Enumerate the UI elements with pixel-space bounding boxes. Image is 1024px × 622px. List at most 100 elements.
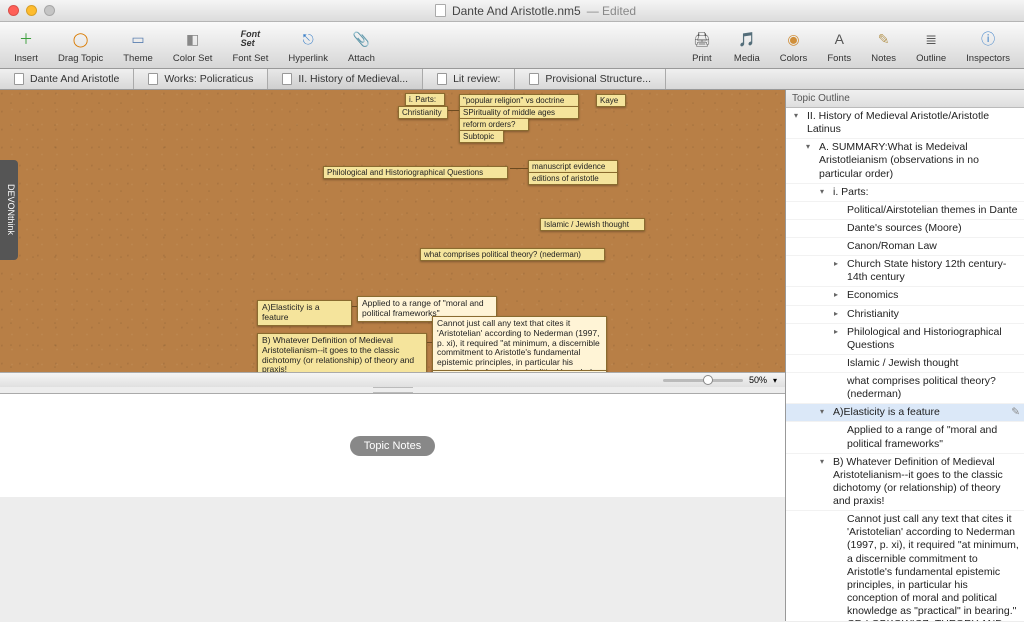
mindmap-node[interactable]: Kaye [596,94,626,107]
tab[interactable]: Provisional Structure... [515,69,666,89]
outline-body[interactable]: ▾ II. History of Medieval Aristotle/Arist… [786,108,1024,621]
inspectors-button[interactable]: ⓘInspectors [958,24,1018,66]
document-icon [148,73,158,85]
mindmap-node[interactable]: i. Parts: [405,93,445,106]
zoom-slider[interactable] [663,379,743,382]
mindmap-node[interactable]: Subtopic [459,130,504,143]
outline-item[interactable]: ▸Christianity [786,306,1024,324]
outline-item[interactable]: ▾ B) Whatever Definition of Medieval Aris… [786,454,1024,512]
tab[interactable]: Dante And Aristotle [0,69,134,89]
insert-button[interactable]: ＋Insert [6,24,46,66]
window-title: Dante And Aristotle.nm5 — Edited [55,4,1016,18]
toolbar-label: Fonts [827,53,851,64]
theme-button[interactable]: ▭Theme [115,24,161,66]
disclosure-triangle-icon[interactable] [834,240,843,241]
outline-item-label: i. Parts: [833,186,1020,199]
outline-button[interactable]: ≣ Outline [908,24,954,66]
disclosure-triangle-icon[interactable]: ▸ [834,326,843,337]
disclosure-triangle-icon[interactable] [834,424,843,425]
tab[interactable]: Lit review: [423,69,515,89]
drag-topic-button[interactable]: ◯ Drag Topic [50,24,111,66]
devonthink-tab[interactable]: DEVONthink [0,160,18,260]
mindmap-canvas[interactable]: i. Parts:Christianity"popular religion" … [0,90,785,372]
outline-item[interactable]: Dante's sources (Moore) [786,220,1024,238]
disclosure-triangle-icon[interactable]: ▾ [806,141,815,152]
close-icon[interactable] [8,5,19,16]
outline-item[interactable]: Applied to a range of "moral and politic… [786,422,1024,453]
tab[interactable]: II. History of Medieval... [268,69,423,89]
outline-item[interactable]: ▾A)Elasticity is a feature✎ [786,404,1024,422]
font-set-button[interactable]: FontSetFont Set [224,24,276,66]
outline-item[interactable]: ▸Philological and Historiographical Ques… [786,324,1024,355]
toolbar-label: Colors [780,53,807,64]
disclosure-triangle-icon[interactable]: ▾ [794,110,803,121]
disclosure-triangle-icon[interactable]: ▸ [834,258,843,269]
disclosure-triangle-icon[interactable]: ▾ [820,186,829,197]
outline-item[interactable]: ▾A. SUMMARY:What is Medeival Aristotleia… [786,139,1024,183]
outline-item-label: Church State history 12th century-14th c… [847,258,1020,284]
outline-item[interactable]: Canon/Roman Law [786,238,1024,256]
zoom-icon[interactable] [44,5,55,16]
zoom-dropdown-icon[interactable]: ▾ [773,376,777,385]
mindmap-node[interactable]: Philological and Historiographical Quest… [323,166,508,179]
toolbar-label: Outline [916,53,946,64]
document-icon [437,73,447,85]
mindmap-node[interactable]: Christianity [398,106,448,119]
outline-item-label: II. History of Medieval Aristotle/Aristo… [807,110,1020,136]
outline-item[interactable]: ▸ Church State history 12th century-14th … [786,256,1024,287]
mindmap-node[interactable]: Cannot just call any text that cites it … [432,316,607,372]
disclosure-triangle-icon[interactable] [834,357,843,358]
outline-item[interactable]: Cannot just call any text that cites it … [786,511,1024,621]
outline-item[interactable]: Political/Airstotelian themes in Dante [786,202,1024,220]
media-icon: 🎵 [735,27,759,51]
mindmap-node[interactable]: what comprises political theory? (nederm… [420,248,605,261]
fonts-icon: A [827,27,851,51]
document-icon [435,4,446,17]
toolbar-label: Insert [14,53,38,64]
disclosure-triangle-icon[interactable] [834,375,843,376]
print-button[interactable]: 🖨Print [682,24,722,66]
outline-item-label: B) Whatever Definition of Medieval Arist… [833,456,1020,509]
toolbar-label: Drag Topic [58,53,103,64]
attach-icon: 📎 [349,27,373,51]
outline-item[interactable]: ▾ i. Parts: [786,184,1024,202]
tab-label: II. History of Medieval... [298,73,408,85]
minimize-icon[interactable] [26,5,37,16]
tab-label: Works: Policraticus [164,73,253,85]
outline-item[interactable]: Islamic / Jewish thought [786,355,1024,373]
disclosure-triangle-icon[interactable]: ▾ [820,406,829,417]
outline-icon: ≣ [919,27,943,51]
disclosure-triangle-icon[interactable] [834,204,843,205]
disclosure-triangle-icon[interactable]: ▸ [834,308,843,319]
disclosure-triangle-icon[interactable]: ▸ [834,289,843,300]
disclosure-triangle-icon[interactable]: ▾ [820,456,829,467]
outline-item-label: A)Elasticity is a feature [833,406,1007,419]
document-icon [529,73,539,85]
window-modified-text: — Edited [587,4,636,18]
colors-button[interactable]: ◉Colors [772,24,815,66]
mindmap-node[interactable]: editions of aristotle [528,172,618,185]
mindmap-node[interactable]: Cicero's works enjoyed unrivaled readers… [432,370,607,372]
disclosure-triangle-icon[interactable] [834,513,843,514]
tab[interactable]: Works: Policraticus [134,69,268,89]
mindmap-node[interactable]: A)Elasticity is a feature [257,300,352,326]
color-set-button[interactable]: ◧Color Set [165,24,221,66]
document-icon [282,73,292,85]
attach-button[interactable]: 📎Attach [340,24,383,66]
outline-item[interactable]: ▸Economics [786,287,1024,305]
drag-topic-icon: ◯ [69,27,93,51]
notes-button[interactable]: ✎Notes [863,24,904,66]
outline-item[interactable]: ▾ II. History of Medieval Aristotle/Arist… [786,108,1024,139]
fonts-button[interactable]: A Fonts [819,24,859,66]
outline-item[interactable]: what comprises political theory? (nederm… [786,373,1024,404]
color-set-icon: ◧ [181,27,205,51]
mindmap-node[interactable]: B) Whatever Definition of Medieval Arist… [257,333,427,372]
media-button[interactable]: 🎵Media [726,24,768,66]
hyperlink-button[interactable]: ⎋Hyperlink [280,24,336,66]
outline-header: Topic Outline [786,90,1024,108]
document-icon [14,73,24,85]
mindmap-node[interactable]: Islamic / Jewish thought [540,218,645,231]
tab-label: Lit review: [453,73,500,85]
disclosure-triangle-icon[interactable] [834,222,843,223]
notes-pane[interactable]: Topic Notes [0,393,785,497]
